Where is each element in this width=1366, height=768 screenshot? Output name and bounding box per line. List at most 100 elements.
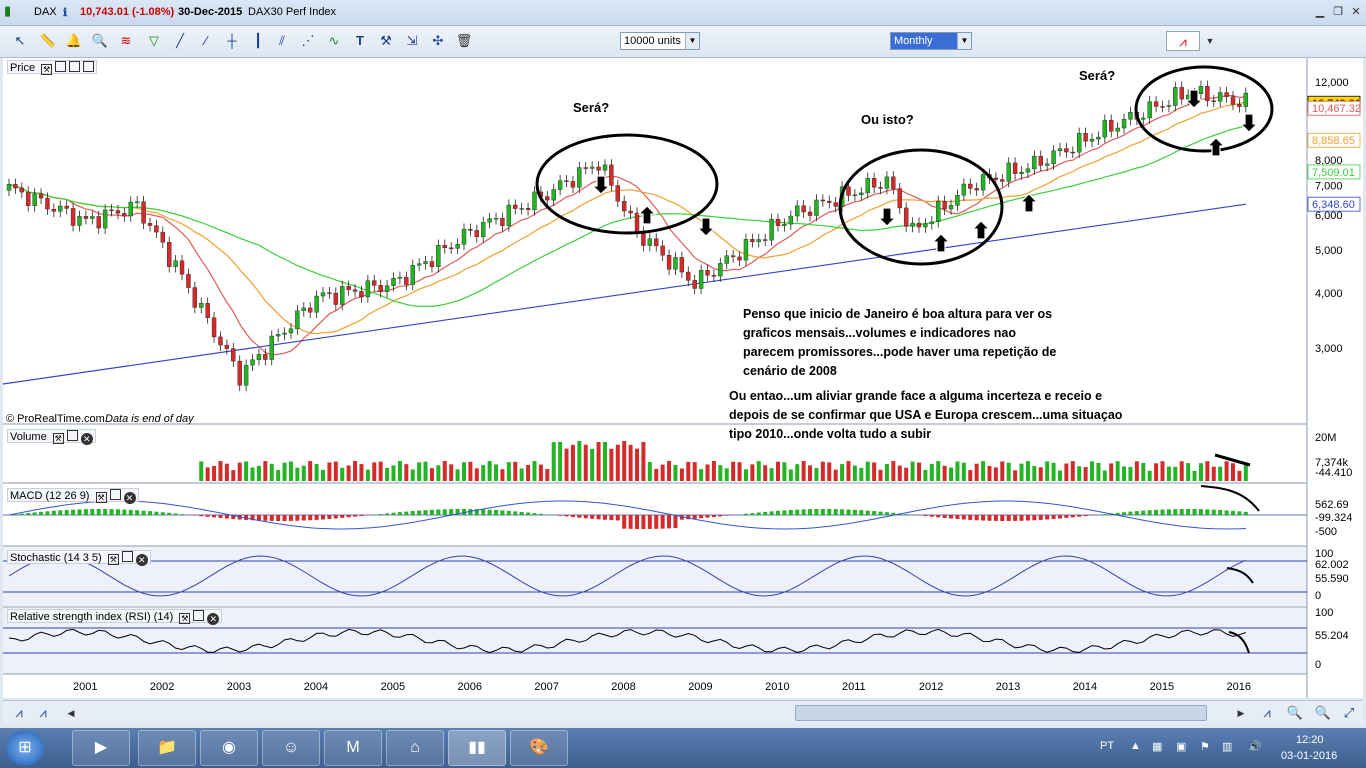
media-player-icon[interactable]: ▶ [72,730,130,766]
volume-bar [987,465,992,481]
macd-tick-label: -500 [1315,526,1337,538]
mcafee-icon[interactable]: M [324,730,382,766]
tray-icon[interactable]: ▣ [1176,740,1186,753]
minimize-icon[interactable]: ▁ [1312,5,1328,19]
scroll-left-icon[interactable]: ◀ [61,703,81,723]
wrench-icon[interactable]: ⚒ [179,613,191,624]
pointer-icon[interactable]: ↖ [10,31,30,51]
info-icon[interactable]: ℹ [63,6,67,19]
zoom-icon[interactable]: 🔍 [90,31,110,51]
macd-bar [840,509,845,515]
channel-icon[interactable]: ▽ [144,31,164,51]
volume-bar [641,441,646,481]
close-icon[interactable]: ✕ [207,613,220,625]
gann-icon[interactable]: ⋰ [298,31,318,51]
parallel-lines-icon[interactable]: ⫽ [272,31,292,51]
wave-icon[interactable]: ∿ [324,31,344,51]
horizontal-line-icon[interactable]: ┼ [222,31,242,51]
macd-bar [814,509,819,515]
volume-bar [590,448,595,481]
wrench-icon[interactable]: ⚒ [95,492,107,503]
macd-label: MACD (12 26 9) [10,490,90,502]
network-icon[interactable]: ▥ [1222,740,1232,753]
fit-chart-icon[interactable]: ⩘ [1257,703,1277,723]
file-explorer-icon[interactable]: 📁 [138,730,196,766]
paint-icon[interactable]: 🎨 [510,730,568,766]
tray-arrow-icon[interactable]: ▲ [1130,740,1141,752]
close-icon[interactable]: ✕ [123,492,136,504]
macd-bar [1077,515,1082,517]
language-indicator[interactable]: PT [1100,740,1114,752]
app-icon: ▮ [4,3,12,18]
volume-bar [686,461,691,481]
macd-bar [615,515,620,521]
wrench-icon[interactable]: ⚒ [107,554,119,565]
window-icon[interactable] [193,610,205,621]
start-button[interactable]: ⊞ [6,731,44,765]
macd-bar [1160,509,1165,515]
candle [589,166,595,169]
close-icon[interactable]: ✕ [135,554,148,566]
window-icon[interactable] [109,489,121,500]
fibonacci-icon[interactable]: ≋ [116,31,136,51]
window-icon[interactable] [55,61,67,72]
note1-line2: graficos mensais...volumes e indicadores… [743,326,1016,340]
macd-bar [820,509,825,515]
chart-type-icon[interactable]: ⩘ [1166,31,1200,51]
zoom-out-icon[interactable]: 🔍 [1313,703,1333,723]
wrench-icon[interactable]: ⚒ [41,64,53,75]
clock-time[interactable]: 12:20 [1296,734,1324,746]
chart-icon[interactable]: ⩘ [9,703,29,723]
fullscreen-icon[interactable]: ⤢ [1339,703,1359,723]
trash-icon[interactable]: 🗑 [454,31,474,51]
candle [32,193,37,207]
macd-bar [660,515,665,529]
arrow-tool-icon[interactable]: ⇲ [402,31,422,51]
horizontal-scrollbar[interactable]: ⩘ ⩘ ◀ ▶ ⩘ 🔍 🔍 ⤢ [3,700,1363,724]
candle [1057,148,1063,152]
ray-icon[interactable]: ⁄ [196,31,216,51]
candle [269,335,274,360]
candle [871,178,877,188]
price-tick-label: 4,000 [1315,288,1343,300]
chevron-down-icon[interactable]: ▼ [1200,31,1220,51]
units-select[interactable]: 10000 units ▼ [620,32,700,50]
tray-icon[interactable]: ▦ [1152,740,1162,753]
messenger-icon[interactable]: ☺ [262,730,320,766]
alert-bell-icon[interactable]: 🔔 [64,31,84,51]
window-icon[interactable] [121,551,133,562]
wrench-icon[interactable]: ⚒ [52,433,64,444]
tools-icon[interactable]: ⚒ [376,31,396,51]
text-tool-icon[interactable]: T [350,31,370,51]
paste-icon[interactable] [83,61,95,72]
close-icon[interactable]: ✕ [80,433,93,445]
app-icon[interactable]: ⌂ [386,730,444,766]
cross-tool-icon[interactable]: ✣ [428,31,448,51]
trendline-icon[interactable]: ╱ [170,31,190,51]
candle [211,317,217,338]
vertical-line-icon[interactable]: ┃ [248,31,268,51]
candle [775,218,781,226]
chrome-icon[interactable]: ◉ [200,730,258,766]
chart-settings-icon[interactable]: ⩘ [33,703,53,723]
restore-icon[interactable]: ❐ [1330,5,1346,19]
prorealtime-icon[interactable]: ▮▮ [448,730,506,766]
clock-date[interactable]: 03-01-2016 [1281,750,1337,762]
copy-icon[interactable] [69,61,81,72]
window-icon[interactable] [66,430,78,441]
volume-label: Volume [10,431,47,443]
candle [891,176,896,189]
scroll-thumb[interactable] [795,705,1207,721]
timeframe-select[interactable]: Monthly ▼ [890,32,972,50]
macd-bar [429,509,434,515]
volume-bar [1198,463,1203,481]
scroll-right-icon[interactable]: ▶ [1231,703,1251,723]
volume-icon[interactable]: 🔊 [1248,740,1262,753]
close-icon[interactable]: ✕ [1348,5,1364,19]
zoom-in-icon[interactable]: 🔍 [1285,703,1305,723]
x-tick-label: 2010 [765,681,789,693]
candle [737,256,742,261]
ruler-icon[interactable]: 📏 [38,31,58,51]
chart-canvas[interactable]: Será? Ou isto? Será? Penso que inicio de… [3,58,1363,698]
tray-icon[interactable]: ⚑ [1200,740,1210,753]
